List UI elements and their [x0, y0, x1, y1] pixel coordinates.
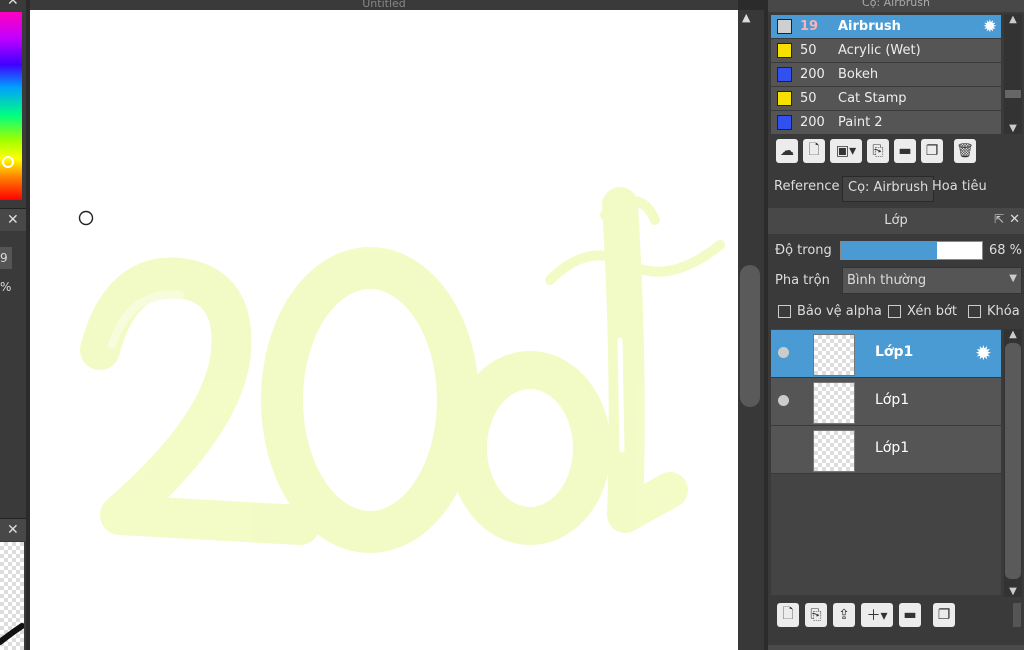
brush-panel-title: Cọ: Airbrush	[862, 0, 930, 9]
blend-mode-select[interactable]: Bình thường ▼	[842, 267, 1022, 294]
brush-name: Bokeh	[838, 67, 879, 82]
brush-list-scrollbar[interactable]: ▲ ▼	[1004, 14, 1022, 134]
brush-list-scroll-thumb[interactable]	[1005, 90, 1021, 98]
canvas-scroll-thumb[interactable]	[740, 265, 760, 407]
brush-preview	[0, 542, 24, 650]
hue-picker-handle[interactable]	[2, 156, 14, 168]
brush-stroke-preview	[0, 623, 24, 645]
blend-mode-value: Bình thường	[847, 273, 927, 288]
brush-panel-header: Cọ: Airbrush	[768, 0, 1024, 12]
checkbox-label: Xén bớt	[907, 304, 957, 319]
brush-item-bokeh[interactable]: 200 Bokeh	[771, 63, 1001, 87]
tab-reference[interactable]: Reference	[769, 176, 844, 200]
layer-mask-icon[interactable]: ⎘	[805, 603, 827, 627]
layer-toolbar: 🗋 ⎘ ⇪ ＋▾ ▬ ❐	[777, 603, 955, 627]
copy-brush-icon[interactable]: ⎘	[867, 139, 889, 163]
checkbox-lock[interactable]: Khóa	[968, 304, 1020, 319]
scroll-up-arrow-icon[interactable]: ▲	[1004, 14, 1022, 25]
brush-color-swatch	[777, 91, 792, 106]
drawing-canvas[interactable]	[30, 10, 738, 650]
checkbox-box[interactable]	[888, 305, 901, 318]
gear-icon[interactable]: ✹	[975, 341, 992, 365]
checkbox-label: Khóa	[987, 304, 1020, 319]
brush-options-icon[interactable]: ▣▾	[830, 139, 862, 163]
brush-name: Cat Stamp	[838, 91, 907, 106]
tab-navigator[interactable]: Hoa tiêu	[927, 176, 992, 200]
brush-size: 200	[800, 67, 825, 82]
chevron-down-icon: ▼	[1009, 273, 1017, 284]
brush-color-swatch	[777, 19, 792, 34]
brush-color-swatch	[777, 67, 792, 82]
cloud-upload-icon[interactable]: ☁	[776, 139, 798, 163]
layer-thumbnail	[813, 430, 855, 472]
gear-icon[interactable]: ✹	[983, 17, 997, 37]
folder-icon[interactable]: ▬	[899, 603, 921, 627]
percent-label: %	[0, 280, 12, 294]
brush-size: 50	[800, 91, 817, 106]
layer-thumbnail	[813, 334, 855, 376]
close-icon[interactable]: ✕	[7, 0, 19, 8]
brush-name: Acrylic (Wet)	[838, 43, 921, 58]
close-icon[interactable]: ✕	[7, 523, 19, 537]
tab-brush[interactable]: Cọ: Airbrush	[842, 176, 935, 202]
scroll-up-arrow-icon[interactable]: ▲	[1004, 329, 1022, 340]
scroll-down-arrow-icon[interactable]: ▼	[1004, 586, 1022, 597]
scroll-down-arrow-icon[interactable]: ▼	[1004, 123, 1022, 134]
layer-thumbnail	[813, 382, 855, 424]
eye-icon[interactable]	[778, 347, 789, 358]
checkbox-box[interactable]	[968, 305, 981, 318]
layer-list-scrollbar[interactable]: ▲ ▼	[1004, 329, 1022, 597]
opacity-label: Độ trong	[775, 243, 832, 258]
brush-name: Airbrush	[838, 19, 901, 34]
duplicate-icon[interactable]: ❐	[933, 603, 955, 627]
brush-size: 50	[800, 43, 817, 58]
scroll-up-arrow-icon[interactable]: ▲	[742, 11, 750, 24]
checkbox-clipping[interactable]: Xén bớt	[888, 304, 957, 319]
brush-size: 19	[800, 19, 819, 34]
layer-item[interactable]: Lớp1	[771, 378, 1001, 426]
brush-item-cat-stamp[interactable]: 50 Cat Stamp	[771, 87, 1001, 111]
brush-item-paint-2[interactable]: 200 Paint 2	[771, 111, 1001, 135]
eye-icon[interactable]	[778, 395, 789, 406]
add-layer-menu-icon[interactable]: ＋▾	[861, 603, 893, 627]
brush-item-airbrush[interactable]: 19 Airbrush ✹	[771, 15, 1001, 39]
checkbox-label: Bảo vệ alpha	[797, 304, 882, 319]
brush-size: 200	[800, 115, 825, 130]
layer-name: Lớp1	[875, 440, 910, 456]
new-layer-icon[interactable]: 🗋	[777, 603, 799, 627]
layer-item[interactable]: Lớp1 ✹	[771, 330, 1001, 378]
brush-color-swatch	[777, 115, 792, 130]
opacity-slider[interactable]	[840, 241, 983, 260]
opacity-fill	[841, 242, 937, 259]
trash-icon[interactable]: 🗑	[954, 139, 976, 163]
layer-scroll-thumb[interactable]	[1005, 343, 1021, 579]
layer-name: Lớp1	[875, 392, 910, 408]
size-value-field[interactable]: 9	[0, 247, 12, 269]
checkbox-box[interactable]	[778, 305, 791, 318]
new-brush-icon[interactable]: 🗋	[803, 139, 825, 163]
close-icon[interactable]: ✕	[1009, 212, 1020, 227]
close-icon[interactable]: ✕	[7, 213, 19, 227]
folder-icon[interactable]: ▬	[894, 139, 916, 163]
layer-name: Lớp1	[875, 344, 914, 360]
blend-label: Pha trộn	[775, 273, 830, 288]
duplicate-icon[interactable]: ❐	[921, 139, 943, 163]
popout-icon[interactable]: ⇱	[994, 212, 1004, 226]
layer-panel-header: Lớp ⇱ ✕	[768, 208, 1024, 234]
canvas-artwork	[78, 187, 725, 553]
layer-panel-title: Lớp	[884, 213, 908, 228]
opacity-value: 68 %	[989, 243, 1023, 258]
brush-item-acrylic[interactable]: 50 Acrylic (Wet)	[771, 39, 1001, 63]
brush-color-swatch	[777, 43, 792, 58]
brush-name: Paint 2	[838, 115, 883, 130]
canvas-title-bar: Untitled	[30, 0, 738, 10]
import-layer-icon[interactable]: ⇪	[833, 603, 855, 627]
checkbox-protect-alpha[interactable]: Bảo vệ alpha	[778, 304, 882, 319]
layer-item[interactable]: Lớp1	[771, 426, 1001, 474]
hue-slider[interactable]	[0, 12, 22, 200]
brush-toolbar: ☁ 🗋 ▣▾ ⎘ ▬ ❐ 🗑	[776, 139, 976, 163]
bottom-panel-edge	[768, 645, 1024, 650]
panel-resize-handle[interactable]	[1013, 603, 1021, 627]
